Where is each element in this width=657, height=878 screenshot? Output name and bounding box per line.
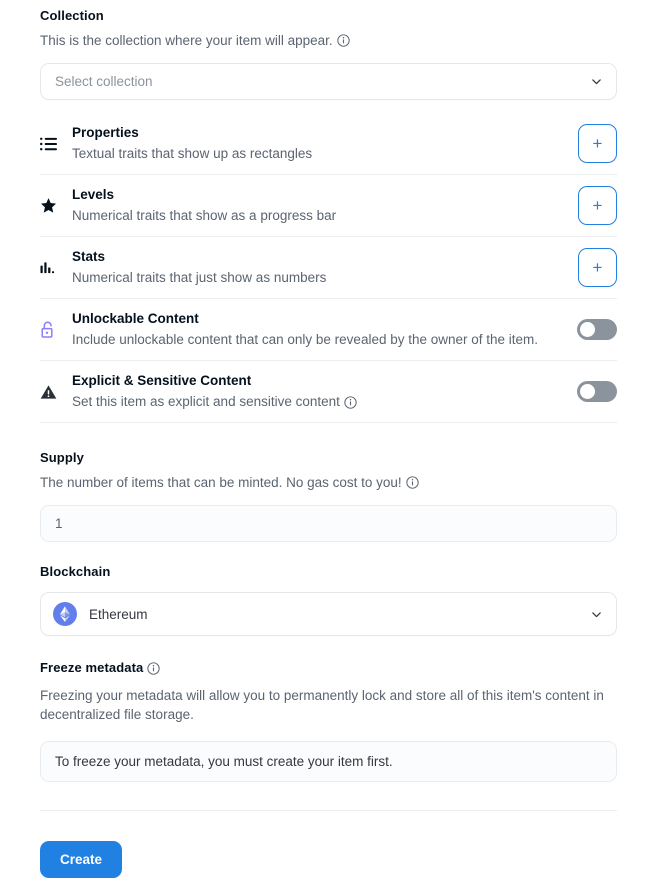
trait-text: Properties Textual traits that show up a…: [72, 124, 566, 163]
trait-row-stats: Stats Numerical traits that just show as…: [40, 237, 617, 299]
supply-description: The number of items that can be minted. …: [40, 475, 402, 490]
create-button[interactable]: Create: [40, 841, 123, 878]
blockchain-selected-value: Ethereum: [89, 606, 148, 622]
trait-row-properties: Properties Textual traits that show up a…: [40, 113, 617, 175]
collection-description: This is the collection where your item w…: [40, 33, 333, 48]
add-properties-button[interactable]: +: [578, 124, 617, 163]
trait-action: +: [578, 186, 617, 225]
toggle-knob: [580, 322, 595, 337]
blockchain-label: Blockchain: [40, 564, 111, 579]
trait-title: Levels: [72, 187, 115, 202]
trait-subtitle: Set this item as explicit and sensitive …: [72, 394, 340, 409]
create-item-form: Collection This is the collection where …: [0, 0, 657, 878]
trait-text: Stats Numerical traits that just show as…: [72, 248, 566, 287]
toggle-knob: [580, 384, 595, 399]
info-circle-icon[interactable]: [147, 661, 161, 675]
freeze-metadata-note-text: To freeze your metadata, you must create…: [55, 754, 393, 769]
collection-description-row: This is the collection where your item w…: [40, 31, 617, 50]
collection-label: Collection: [40, 8, 104, 23]
trait-row-levels: Levels Numerical traits that show as a p…: [40, 175, 617, 237]
trait-title: Properties: [72, 125, 139, 140]
add-stats-button[interactable]: +: [578, 248, 617, 287]
collection-select-placeholder: Select collection: [55, 74, 153, 89]
trait-action: [577, 319, 617, 340]
freeze-metadata-note: To freeze your metadata, you must create…: [40, 741, 617, 782]
freeze-metadata-description: Freezing your metadata will allow you to…: [40, 688, 604, 722]
supply-description-row: The number of items that can be minted. …: [40, 473, 617, 492]
trait-text: Unlockable Content Include unlockable co…: [72, 310, 565, 349]
list-icon: [40, 137, 64, 151]
trait-row-unlockable-content: Unlockable Content Include unlockable co…: [40, 299, 617, 361]
blockchain-section: Blockchain Ethereum: [40, 564, 617, 636]
star-icon: [40, 197, 64, 214]
ethereum-icon: [53, 602, 77, 626]
info-circle-icon[interactable]: [344, 395, 357, 409]
trait-text: Explicit & Sensitive Content Set this it…: [72, 372, 565, 411]
collection-section: Collection This is the collection where …: [40, 0, 617, 100]
trait-subtitle: Numerical traits that just show as numbe…: [72, 270, 327, 285]
freeze-metadata-header: Freeze metadata: [40, 660, 617, 676]
blockchain-select[interactable]: Ethereum: [40, 592, 617, 636]
chevron-down-icon: [591, 609, 602, 620]
chevron-down-icon: [591, 76, 602, 87]
plus-icon: +: [592, 258, 603, 277]
trait-action: +: [578, 248, 617, 287]
trait-subtitle-row: Set this item as explicit and sensitive …: [72, 393, 565, 411]
trait-subtitle: Numerical traits that show as a progress…: [72, 208, 337, 223]
collection-select[interactable]: Select collection: [40, 63, 617, 100]
trait-text: Levels Numerical traits that show as a p…: [72, 186, 566, 225]
trait-subtitle: Textual traits that show up as rectangle…: [72, 146, 313, 161]
info-circle-icon[interactable]: [336, 34, 350, 47]
trait-action: +: [578, 124, 617, 163]
bar-chart-icon: [40, 261, 64, 275]
freeze-metadata-label: Freeze metadata: [40, 660, 144, 675]
trait-title: Unlockable Content: [72, 311, 199, 326]
plus-icon: +: [592, 196, 603, 215]
unlock-icon: [40, 321, 64, 339]
supply-input[interactable]: 1: [40, 505, 617, 542]
trait-action: [577, 381, 617, 402]
warning-triangle-icon: [40, 384, 64, 400]
trait-title: Stats: [72, 249, 106, 264]
unlockable-content-toggle[interactable]: [577, 319, 617, 340]
add-levels-button[interactable]: +: [578, 186, 617, 225]
plus-icon: +: [592, 134, 603, 153]
trait-title: Explicit & Sensitive Content: [72, 373, 252, 388]
trait-subtitle: Include unlockable content that can only…: [72, 332, 539, 347]
supply-section: Supply The number of items that can be m…: [40, 450, 617, 542]
trait-row-explicit-content: Explicit & Sensitive Content Set this it…: [40, 361, 617, 423]
supply-label: Supply: [40, 450, 84, 465]
explicit-content-toggle[interactable]: [577, 381, 617, 402]
supply-input-value: 1: [55, 516, 63, 531]
footer-divider: [40, 810, 617, 811]
trait-rows: Properties Textual traits that show up a…: [40, 113, 617, 423]
info-circle-icon[interactable]: [406, 476, 419, 489]
freeze-metadata-section: Freeze metadata Freezing your metadata w…: [40, 660, 617, 782]
